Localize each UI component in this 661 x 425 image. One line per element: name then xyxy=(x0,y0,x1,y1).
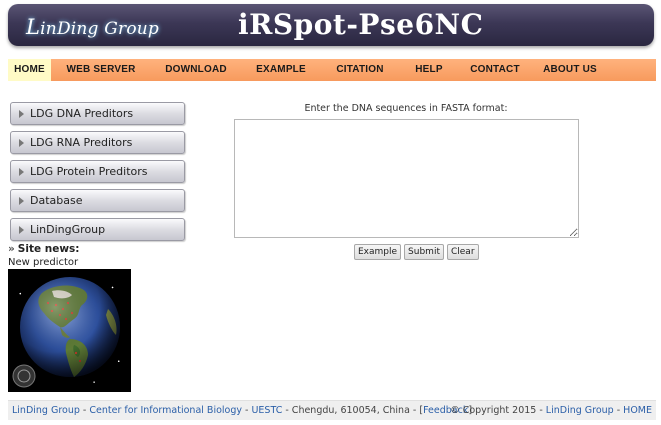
news-item[interactable]: New predictor xyxy=(8,257,78,268)
triangle-right-icon xyxy=(19,167,24,176)
sidebar-item-label: LDG Protein Preditors xyxy=(30,165,148,178)
footer-link-home[interactable]: HOME xyxy=(623,405,652,416)
triangle-right-icon xyxy=(19,109,24,118)
page-title: iRSpot-Pse6NC xyxy=(238,8,484,41)
nav-example[interactable]: EXAMPLE xyxy=(241,59,321,81)
sidebar-item-label: LinDingGroup xyxy=(30,223,106,236)
sidebar-item-database[interactable]: Database xyxy=(10,189,185,212)
site-news-label: Site news: xyxy=(17,243,80,255)
footer-link-org[interactable]: LinDing Group xyxy=(12,405,80,416)
fasta-prompt: Enter the DNA sequences in FASTA format: xyxy=(304,103,508,114)
footer-separator: - xyxy=(613,405,624,416)
nav-help[interactable]: HELP xyxy=(399,59,459,81)
sidebar-item-label: LDG DNA Preditors xyxy=(30,107,134,120)
main-nav: HOME WEB SERVER DOWNLOAD EXAMPLE CITATIO… xyxy=(8,59,656,81)
form-button-row: Example Submit Clear xyxy=(354,244,479,260)
triangle-right-icon xyxy=(19,196,24,205)
double-chevron-right-icon: » xyxy=(8,243,15,255)
logo-text: inDing Group xyxy=(40,19,160,39)
site-header: LinDing Group iRSpot-Pse6NC xyxy=(8,4,654,46)
logo-initial: L xyxy=(26,15,41,39)
clear-button[interactable]: Clear xyxy=(446,244,479,260)
footer-separator: - xyxy=(79,405,90,416)
sidebar-item-rna-predictors[interactable]: LDG RNA Preditors xyxy=(10,131,185,154)
footer-copyright: © Copyright 2015 - LinDing Group - HOME xyxy=(450,405,652,416)
sidebar-item-lindinggroup[interactable]: LinDingGroup xyxy=(10,218,185,241)
triangle-right-icon xyxy=(19,138,24,147)
example-button[interactable]: Example xyxy=(354,244,402,260)
sidebar-item-label: Database xyxy=(30,194,83,207)
sidebar-item-label: LDG RNA Preditors xyxy=(30,136,133,149)
footer-link-uestc[interactable]: UESTC xyxy=(251,405,282,416)
nav-download[interactable]: DOWNLOAD xyxy=(151,59,241,81)
nav-citation[interactable]: CITATION xyxy=(321,59,399,81)
triangle-right-icon xyxy=(19,225,24,234)
nav-about-us[interactable]: ABOUT US xyxy=(531,59,609,81)
earth-globe-icon xyxy=(12,277,120,388)
copyright-text: © Copyright 2015 - xyxy=(450,405,546,416)
sidebar-item-dna-predictors[interactable]: LDG DNA Preditors xyxy=(10,102,185,125)
sequence-input[interactable] xyxy=(234,119,579,238)
footer-link-center[interactable]: Center for Informational Biology xyxy=(89,405,242,416)
footer-link-copy-org[interactable]: LinDing Group xyxy=(546,405,614,416)
nav-web-server[interactable]: WEB SERVER xyxy=(51,59,151,81)
footer-address: LinDing Group - Center for Informational… xyxy=(12,405,472,416)
nav-contact[interactable]: CONTACT xyxy=(459,59,531,81)
sidebar: LDG DNA Preditors LDG RNA Preditors LDG … xyxy=(10,102,186,247)
globe-image xyxy=(8,269,131,392)
lab-logo[interactable]: LinDing Group xyxy=(26,15,159,39)
sidebar-item-protein-predictors[interactable]: LDG Protein Preditors xyxy=(10,160,185,183)
submit-button[interactable]: Submit xyxy=(404,244,444,260)
footer-address-text: - Chengdu, 610054, China - [ xyxy=(282,405,424,416)
nav-home[interactable]: HOME xyxy=(8,59,51,81)
site-news-heading: » Site news: xyxy=(8,243,80,255)
site-footer: LinDing Group - Center for Informational… xyxy=(8,400,656,420)
